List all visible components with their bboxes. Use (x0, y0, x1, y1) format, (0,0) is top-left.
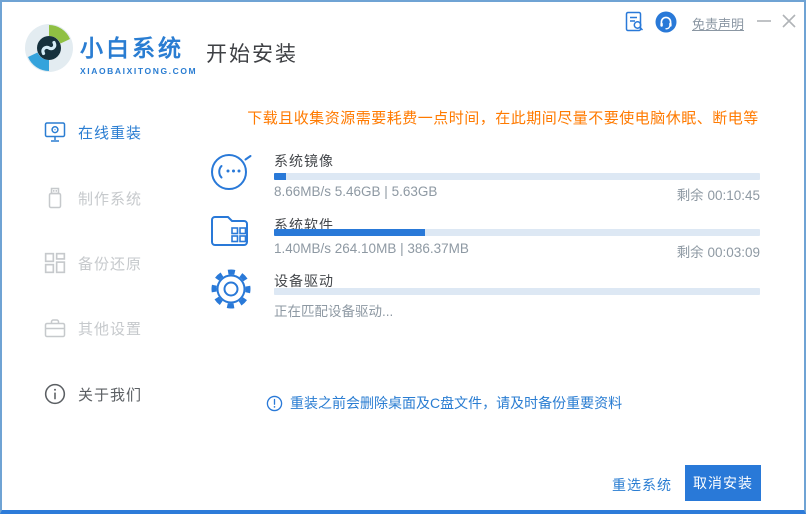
info-icon (44, 383, 66, 405)
task-meta-row: 正在匹配设备驱动... (274, 300, 760, 320)
mascot-face-icon (211, 154, 252, 190)
task-progress-bar (274, 229, 760, 236)
folder-apps-icon (211, 216, 248, 246)
task-detail: 8.66MB/s 5.46GB | 5.63GB (274, 184, 438, 199)
task-progress-fill (274, 229, 425, 236)
sidebar-item-online-reinstall[interactable]: 在线重装 (2, 115, 202, 149)
sidebar-item-backup-restore[interactable]: 备份还原 (2, 246, 202, 280)
monitor-icon (44, 122, 66, 142)
support-headset-icon[interactable] (655, 11, 677, 33)
sidebar-item-other-settings[interactable]: 其他设置 (2, 311, 202, 345)
backup-note-text: 重装之前会删除桌面及C盘文件，请及时备份重要资料 (290, 395, 623, 411)
cancel-install-button[interactable]: 取消安装 (685, 465, 761, 501)
sidebar-item-make-system[interactable]: 制作系统 (2, 181, 202, 215)
download-warning-text: 下载且收集资源需要耗费一点时间，在此期间尽量不要使电脑休眠、断电等 (247, 110, 759, 127)
app-window: 小白系统 XIAOBAIXITONG.COM 开始安装 免责声明 在线重装 制作… (0, 0, 806, 514)
sidebar: 在线重装 制作系统 备份还原 其他设置 关于我们 (2, 92, 202, 510)
task-detail: 1.40MB/s 264.10MB | 386.37MB (274, 241, 469, 256)
app-logo (25, 24, 73, 72)
task-name: 系统镜像 (274, 153, 334, 169)
task-detail: 正在匹配设备驱动... (274, 304, 394, 319)
page-title: 开始安装 (206, 43, 298, 66)
reselect-system-link[interactable]: 重选系统 (612, 475, 672, 495)
task-progress-bar (274, 173, 760, 180)
sidebar-item-label: 在线重装 (78, 124, 143, 142)
task-meta-row: 8.66MB/s 5.46GB | 5.63GB 剩余 00:10:45 (274, 184, 760, 204)
task-meta-row: 1.40MB/s 264.10MB | 386.37MB 剩余 00:03:09 (274, 241, 760, 261)
task-remaining: 剩余 00:10:45 (676, 188, 760, 203)
close-icon[interactable] (779, 11, 799, 31)
file-search-icon[interactable] (624, 11, 646, 33)
toolbox-icon (44, 319, 66, 338)
backup-icon (44, 252, 66, 274)
brand-name: 小白系统 (80, 35, 184, 61)
backup-note: 重装之前会删除桌面及C盘文件，请及时备份重要资料 (266, 393, 622, 413)
usb-icon (48, 187, 62, 209)
alert-circle-icon (266, 395, 283, 411)
sidebar-item-label: 其他设置 (78, 320, 143, 338)
sidebar-item-label: 关于我们 (78, 386, 143, 404)
minimize-icon[interactable] (754, 11, 774, 31)
task-remaining: 剩余 00:03:09 (676, 245, 760, 260)
task-progress-fill (274, 173, 287, 180)
sidebar-item-label: 备份还原 (78, 255, 143, 273)
task-progress-bar (274, 288, 760, 295)
brand-domain: XIAOBAIXITONG.COM (80, 66, 198, 76)
brand-block: 小白系统 XIAOBAIXITONG.COM (80, 29, 197, 76)
sidebar-item-about-us[interactable]: 关于我们 (2, 377, 202, 411)
sidebar-item-label: 制作系统 (78, 190, 143, 208)
gear-icon (211, 269, 251, 309)
disclaimer-link[interactable]: 免责声明 (692, 14, 744, 33)
